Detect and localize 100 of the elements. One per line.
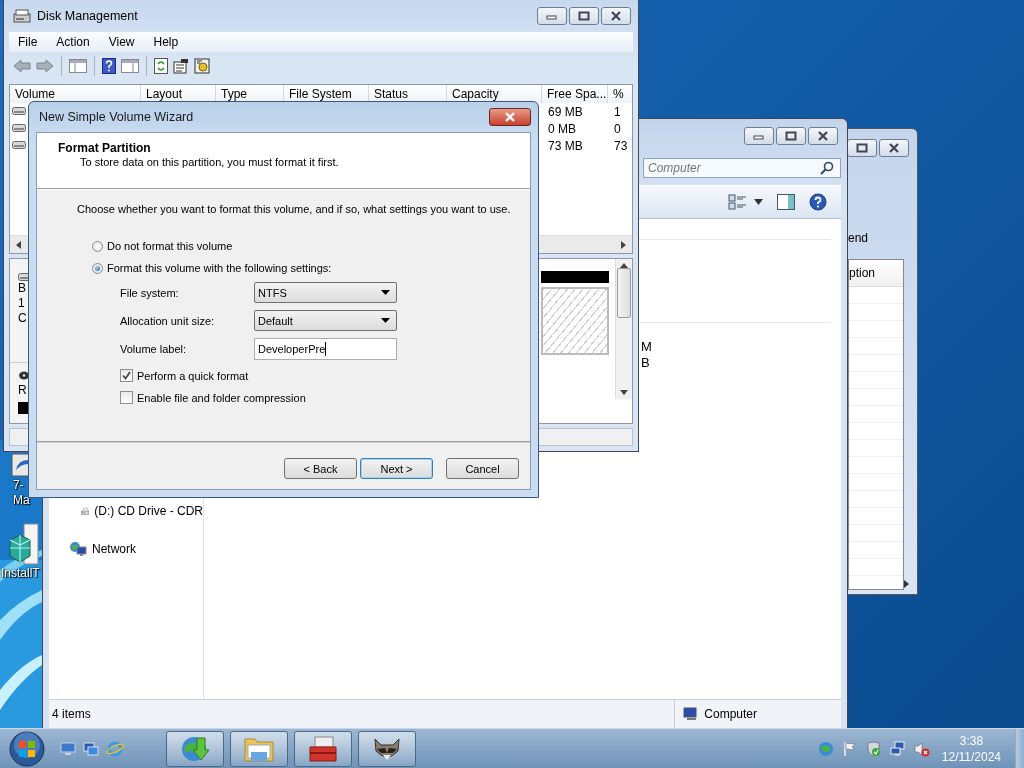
- forward-arrow-icon[interactable]: [36, 59, 54, 73]
- stacked-windows-icon[interactable]: [83, 741, 99, 756]
- field-label: Volume label:: [120, 343, 188, 355]
- minimize-icon: [753, 132, 765, 140]
- location-label: Computer: [704, 707, 757, 721]
- close-button[interactable]: [601, 7, 631, 25]
- desktop-icon-label: 7-: [13, 478, 24, 493]
- toolbox-icon: [307, 734, 339, 763]
- speaker-muted-icon[interactable]: [913, 740, 930, 757]
- computer-icon: [683, 707, 700, 721]
- checkmark-icon: [122, 371, 131, 380]
- close-button[interactable]: [879, 139, 909, 157]
- start-button[interactable]: [8, 729, 46, 768]
- preview-pane-icon[interactable]: [777, 194, 795, 210]
- settings-icon[interactable]: [194, 58, 210, 74]
- help-icon[interactable]: [102, 58, 116, 74]
- column-header[interactable]: %: [608, 85, 632, 103]
- partition-header-bar: [541, 271, 609, 283]
- dialog-title: New Simple Volume Wizard: [39, 110, 194, 124]
- dialog-button[interactable]: Next >: [360, 458, 433, 479]
- dropdown[interactable]: Default: [254, 310, 397, 331]
- dropdown-arrow-icon: [381, 318, 390, 323]
- taskbar-button[interactable]: [230, 730, 288, 767]
- instruction-text: Choose whether you want to format this volume, and if so, what settings you want to use.: [76, 203, 512, 215]
- label-text: end: [848, 231, 869, 245]
- close-icon: [817, 131, 829, 141]
- search-field[interactable]: Computer: [643, 158, 841, 178]
- volume-icon: [12, 107, 26, 115]
- dropdown-arrow-icon[interactable]: [754, 199, 763, 205]
- desktop-icon-label: InstallT: [1, 566, 40, 581]
- shield-icon[interactable]: [865, 740, 882, 757]
- drive-info-text: M: [641, 339, 652, 354]
- dialog-button[interactable]: < Back: [284, 458, 357, 479]
- properties-icon[interactable]: [173, 58, 189, 74]
- disk-label: B: [18, 281, 27, 296]
- scroll-thumb[interactable]: [617, 268, 631, 318]
- item-count: 4 items: [52, 707, 91, 721]
- disk-label: C: [18, 311, 28, 326]
- column-header[interactable]: Free Spa...: [542, 85, 608, 103]
- table-cell-text: 73 MB: [547, 138, 584, 154]
- menu-item[interactable]: View: [99, 32, 141, 52]
- desktop-icon-label: Ma: [13, 493, 30, 508]
- dropdown[interactable]: NTFS: [254, 282, 397, 303]
- scroll-left-arrow-icon[interactable]: [16, 240, 21, 249]
- help-icon[interactable]: [809, 193, 827, 211]
- maximize-icon: [578, 11, 590, 21]
- close-button[interactable]: [808, 127, 838, 145]
- back-arrow-icon[interactable]: [13, 59, 31, 73]
- menu-item[interactable]: File: [9, 32, 44, 52]
- flag-icon[interactable]: [841, 740, 858, 757]
- checkbox[interactable]: [120, 391, 133, 404]
- field-label: Allocation unit size:: [120, 314, 216, 327]
- panel-icon[interactable]: [69, 59, 87, 73]
- view-options-icon[interactable]: [728, 194, 748, 210]
- checkbox[interactable]: [120, 369, 133, 382]
- panel-icon[interactable]: [121, 59, 139, 73]
- minimize-button[interactable]: [744, 127, 774, 145]
- radio-label[interactable]: Format this volume with the following settings:: [107, 262, 332, 274]
- radio-button[interactable]: [92, 240, 103, 252]
- scroll-right-arrow-icon[interactable]: [621, 240, 626, 249]
- checkbox-label[interactable]: Perform a quick format: [137, 369, 249, 382]
- maximize-icon: [785, 131, 797, 141]
- nav-item[interactable]: Network: [92, 542, 136, 556]
- drive-info-text: B: [641, 355, 650, 370]
- disk-label: R: [18, 383, 28, 398]
- close-icon: [610, 11, 622, 21]
- maximize-icon: [856, 143, 868, 153]
- minimize-button[interactable]: [537, 7, 567, 25]
- close-button[interactable]: [489, 108, 531, 126]
- page-heading: Format Partition: [58, 141, 152, 155]
- scroll-right-arrow-icon[interactable]: [904, 580, 909, 588]
- taskbar-button[interactable]: [294, 730, 352, 767]
- table-cell-text: 1: [613, 104, 622, 120]
- taskbar-button[interactable]: [358, 730, 416, 767]
- radio-label[interactable]: Do not format this volume: [107, 240, 233, 252]
- dialog-button[interactable]: Cancel: [446, 458, 519, 479]
- scroll-down-arrow-icon[interactable]: [620, 390, 628, 395]
- checkbox-label[interactable]: Enable file and folder compression: [137, 391, 306, 404]
- menu-item[interactable]: Help: [144, 32, 185, 52]
- nav-item[interactable]: (D:) CD Drive - CDR: [94, 504, 203, 518]
- disk-label: 1: [18, 296, 26, 311]
- menu-item[interactable]: Action: [47, 32, 96, 52]
- search-icon[interactable]: [820, 161, 834, 175]
- maximize-button[interactable]: [569, 7, 599, 25]
- network-monitor-icon[interactable]: [889, 740, 906, 757]
- volume-label-field[interactable]: DeveloperPre: [254, 338, 397, 360]
- radio-button[interactable]: [92, 262, 103, 274]
- page-subheading: To store data on this partition, you must format it first.: [79, 156, 340, 168]
- maximize-button[interactable]: [847, 139, 877, 157]
- window-title: Disk Management: [37, 9, 138, 23]
- monitor-icon[interactable]: [60, 741, 76, 756]
- cubes-icon[interactable]: [6, 522, 40, 566]
- table-cell-text: 0: [613, 121, 622, 137]
- scroll-up-arrow-icon[interactable]: [620, 263, 628, 268]
- minimize-icon: [546, 12, 558, 20]
- refresh-icon[interactable]: [154, 58, 168, 74]
- volume-icon: [12, 124, 26, 132]
- vertical-scrollbar[interactable]: [615, 259, 632, 399]
- table-cell-text: 73: [613, 138, 629, 154]
- maximize-button[interactable]: [776, 127, 806, 145]
